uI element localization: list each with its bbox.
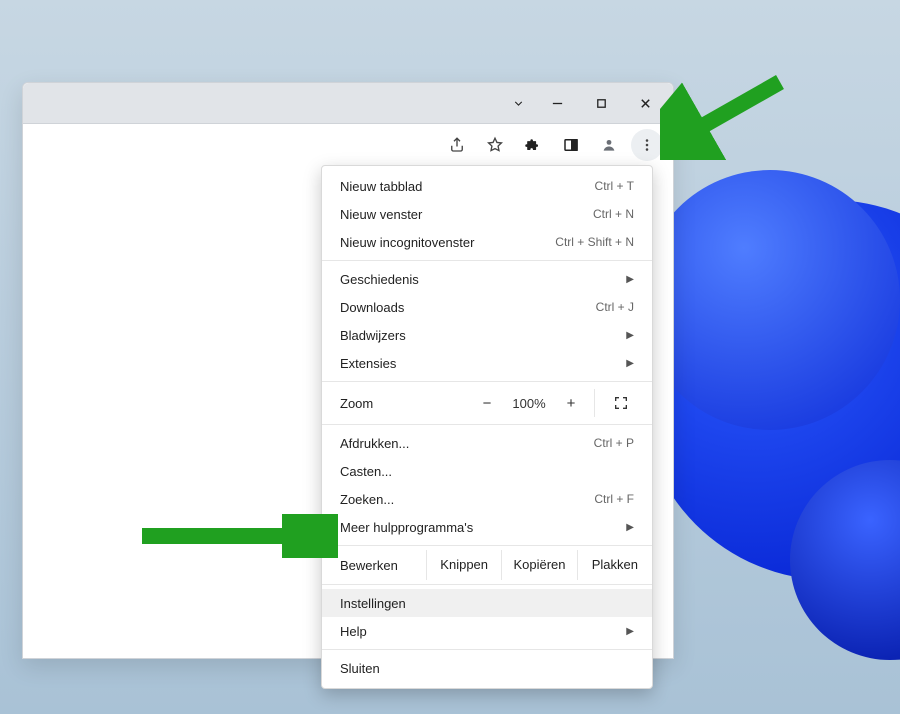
menu-find[interactable]: Zoeken... Ctrl + F: [322, 485, 652, 513]
menu-item-label: Instellingen: [340, 596, 406, 611]
menu-separator: [322, 649, 652, 650]
browser-toolbar: [23, 124, 673, 167]
menu-item-label: Downloads: [340, 300, 404, 315]
annotation-arrow-top: [660, 70, 790, 160]
menu-item-label: Meer hulpprogramma's: [340, 520, 473, 535]
menu-item-shortcut: Ctrl + T: [595, 179, 634, 193]
menu-item-label: Nieuw venster: [340, 207, 422, 222]
menu-edit-row: Bewerken Knippen Kopiëren Plakken: [322, 550, 652, 580]
menu-bookmarks[interactable]: Bladwijzers ▶: [322, 321, 652, 349]
divider: [594, 389, 595, 417]
edit-cut-button[interactable]: Knippen: [426, 550, 501, 580]
profile-avatar-icon[interactable]: [593, 129, 625, 161]
menu-new-incognito[interactable]: Nieuw incognitovenster Ctrl + Shift + N: [322, 228, 652, 256]
submenu-triangle-icon: ▶: [626, 626, 634, 637]
edit-copy-button[interactable]: Kopiëren: [501, 550, 576, 580]
menu-separator: [322, 584, 652, 585]
bookmark-star-icon[interactable]: [479, 129, 511, 161]
menu-exit[interactable]: Sluiten: [322, 654, 652, 682]
menu-item-label: Afdrukken...: [340, 436, 409, 451]
zoom-label: Zoom: [340, 396, 470, 411]
menu-item-shortcut: Ctrl + J: [596, 300, 634, 314]
kebab-menu-icon[interactable]: [631, 129, 663, 161]
menu-separator: [322, 424, 652, 425]
submenu-triangle-icon: ▶: [626, 330, 634, 341]
menu-item-shortcut: Ctrl + P: [594, 436, 634, 450]
menu-item-label: Nieuw incognitovenster: [340, 235, 474, 250]
menu-item-shortcut: Ctrl + F: [594, 492, 634, 506]
desktop-background: Nieuw tabblad Ctrl + T Nieuw venster Ctr…: [0, 0, 900, 714]
window-close-button[interactable]: [623, 83, 667, 123]
menu-settings[interactable]: Instellingen: [322, 589, 652, 617]
submenu-triangle-icon: ▶: [626, 358, 634, 369]
window-minimize-button[interactable]: [535, 83, 579, 123]
edit-paste-button[interactable]: Plakken: [577, 550, 652, 580]
menu-item-shortcut: Ctrl + Shift + N: [555, 235, 634, 249]
menu-item-label: Geschiedenis: [340, 272, 419, 287]
zoom-in-button[interactable]: +: [554, 395, 588, 412]
menu-item-label: Help: [340, 624, 367, 639]
share-icon[interactable]: [441, 129, 473, 161]
zoom-value: 100%: [504, 396, 554, 411]
menu-separator: [322, 545, 652, 546]
zoom-out-button[interactable]: −: [470, 395, 504, 412]
menu-zoom-row: Zoom − 100% +: [322, 386, 652, 420]
submenu-triangle-icon: ▶: [626, 522, 634, 533]
extensions-puzzle-icon[interactable]: [517, 129, 549, 161]
menu-separator: [322, 381, 652, 382]
edit-label: Bewerken: [322, 558, 426, 573]
menu-item-shortcut: Ctrl + N: [593, 207, 634, 221]
menu-item-label: Bladwijzers: [340, 328, 406, 343]
menu-help[interactable]: Help ▶: [322, 617, 652, 645]
menu-new-tab[interactable]: Nieuw tabblad Ctrl + T: [322, 172, 652, 200]
menu-separator: [322, 260, 652, 261]
menu-new-window[interactable]: Nieuw venster Ctrl + N: [322, 200, 652, 228]
menu-print[interactable]: Afdrukken... Ctrl + P: [322, 429, 652, 457]
menu-item-label: Nieuw tabblad: [340, 179, 422, 194]
window-titlebar: [23, 83, 673, 124]
menu-more-tools[interactable]: Meer hulpprogramma's ▶: [322, 513, 652, 541]
menu-history[interactable]: Geschiedenis ▶: [322, 265, 652, 293]
sidepanel-icon[interactable]: [555, 129, 587, 161]
chrome-main-menu: Nieuw tabblad Ctrl + T Nieuw venster Ctr…: [321, 165, 653, 689]
menu-cast[interactable]: Casten...: [322, 457, 652, 485]
menu-item-label: Zoeken...: [340, 492, 394, 507]
menu-item-label: Sluiten: [340, 661, 380, 676]
fullscreen-icon[interactable]: [601, 395, 641, 411]
menu-downloads[interactable]: Downloads Ctrl + J: [322, 293, 652, 321]
menu-item-label: Extensies: [340, 356, 396, 371]
menu-item-label: Casten...: [340, 464, 392, 479]
window-maximize-button[interactable]: [579, 83, 623, 123]
tab-search-chevron-icon[interactable]: [501, 83, 535, 123]
menu-extensions[interactable]: Extensies ▶: [322, 349, 652, 377]
submenu-triangle-icon: ▶: [626, 274, 634, 285]
